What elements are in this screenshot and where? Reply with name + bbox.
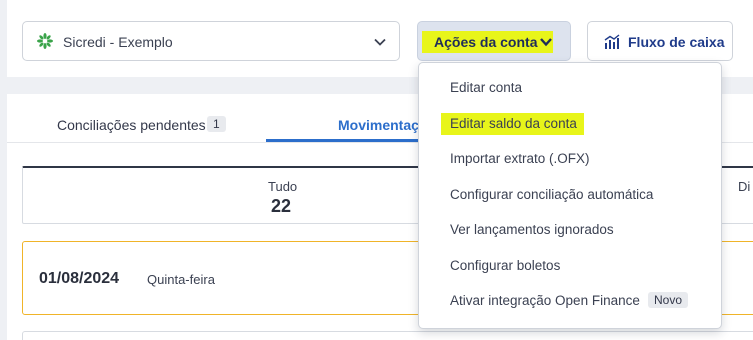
bar-chart-icon bbox=[604, 34, 620, 49]
chevron-down-icon bbox=[540, 38, 552, 47]
menu-item-auto-reconciliation[interactable]: Configurar conciliação automática bbox=[419, 180, 721, 210]
menu-item-label: Configurar boletos bbox=[450, 258, 561, 273]
filter-next-label[interactable]: Di bbox=[738, 179, 750, 194]
account-actions-label: Ações da conta bbox=[434, 34, 538, 50]
menu-item-label: Ver lançamentos ignorados bbox=[450, 222, 614, 237]
filter-all-label[interactable]: Tudo bbox=[268, 179, 297, 194]
tab-movements[interactable]: Movimentaç bbox=[338, 117, 419, 133]
menu-item-ignored-entries[interactable]: Ver lançamentos ignorados bbox=[419, 215, 721, 245]
tab-pending-reconciliations[interactable]: Conciliações pendentes bbox=[57, 117, 206, 133]
chevron-down-icon bbox=[374, 38, 386, 46]
menu-item-label: Ativar integração Open Finance bbox=[450, 293, 640, 308]
next-date-card bbox=[22, 331, 753, 340]
menu-item-label: Configurar conciliação automática bbox=[450, 187, 654, 202]
account-actions-menu: Editar conta Editar saldo da conta Impor… bbox=[418, 62, 722, 329]
account-actions-button[interactable]: Ações da conta bbox=[417, 21, 571, 61]
menu-item-import-statement[interactable]: Importar extrato (.OFX) bbox=[419, 144, 721, 174]
account-select[interactable]: Sicredi - Exemplo bbox=[22, 21, 400, 61]
menu-item-label: Editar saldo da conta bbox=[450, 116, 577, 131]
filter-all-count: 22 bbox=[271, 196, 292, 216]
menu-item-edit-balance[interactable]: Editar saldo da conta bbox=[419, 109, 721, 139]
sicredi-logo-icon bbox=[37, 33, 53, 49]
menu-item-edit-account[interactable]: Editar conta bbox=[419, 73, 721, 103]
pending-count-badge: 1 bbox=[207, 116, 226, 132]
cashflow-label: Fluxo de caixa bbox=[628, 34, 725, 50]
menu-item-label: Editar conta bbox=[450, 80, 523, 95]
entry-date: 01/08/2024 bbox=[39, 270, 120, 287]
cashflow-button[interactable]: Fluxo de caixa bbox=[587, 21, 733, 61]
account-name: Sicredi - Exemplo bbox=[63, 34, 173, 50]
new-badge: Novo bbox=[648, 292, 689, 308]
entry-weekday: Quinta-feira bbox=[147, 272, 215, 287]
menu-item-open-finance[interactable]: Ativar integração Open Finance Novo bbox=[419, 286, 721, 316]
menu-item-configure-boletos[interactable]: Configurar boletos bbox=[419, 251, 721, 281]
menu-item-label: Importar extrato (.OFX) bbox=[450, 151, 590, 166]
